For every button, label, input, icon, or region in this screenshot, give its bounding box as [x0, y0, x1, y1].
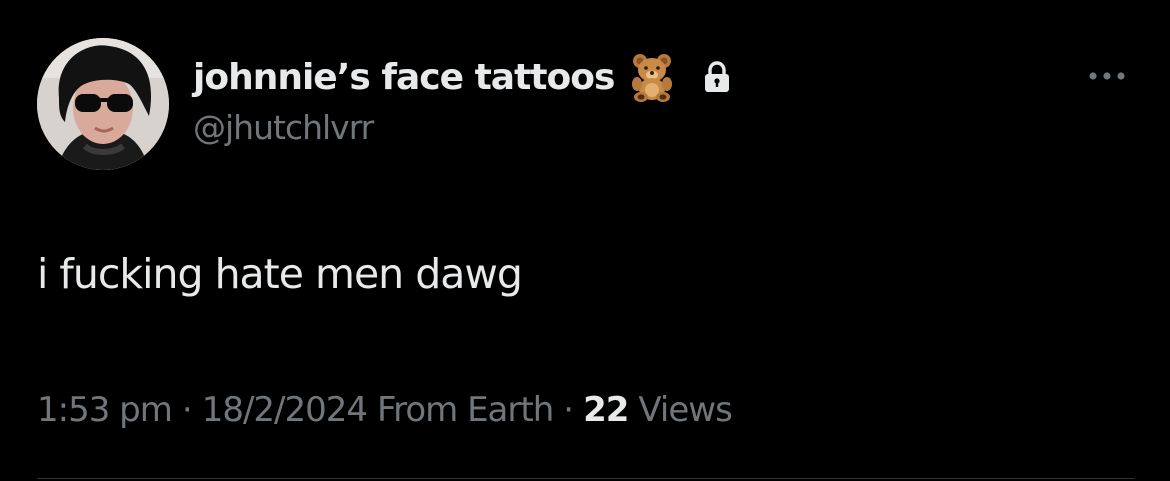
tweet-meta: 1:53 pm · 18/2/2024 From Earth · 22 View… [37, 390, 733, 430]
tweet-text: i fucking hate men dawg [37, 250, 523, 298]
avatar-photo [37, 38, 169, 170]
divider [37, 478, 1135, 479]
display-name[interactable]: johnnie’s face tattoos [193, 57, 615, 98]
avatar[interactable] [37, 38, 169, 170]
meta-separator: · [563, 390, 574, 430]
more-horizontal-icon[interactable] [1084, 64, 1130, 88]
tweet-source: From Earth [377, 390, 554, 430]
lock-icon [700, 60, 734, 94]
tweet: johnnie’s face tattoos @jhutchlvrr i fuc… [0, 0, 1170, 481]
views-count[interactable]: 22 [583, 390, 629, 430]
teddy-bear-icon [626, 51, 678, 103]
meta-separator: · [181, 390, 193, 430]
handle[interactable]: @jhutchlvrr [193, 108, 374, 147]
tweet-time[interactable]: 1:53 pm [37, 390, 173, 430]
tweet-date[interactable]: 18/2/2024 [202, 390, 368, 430]
author-name-row: johnnie’s face tattoos [193, 52, 734, 102]
views-label[interactable]: Views [638, 390, 732, 430]
